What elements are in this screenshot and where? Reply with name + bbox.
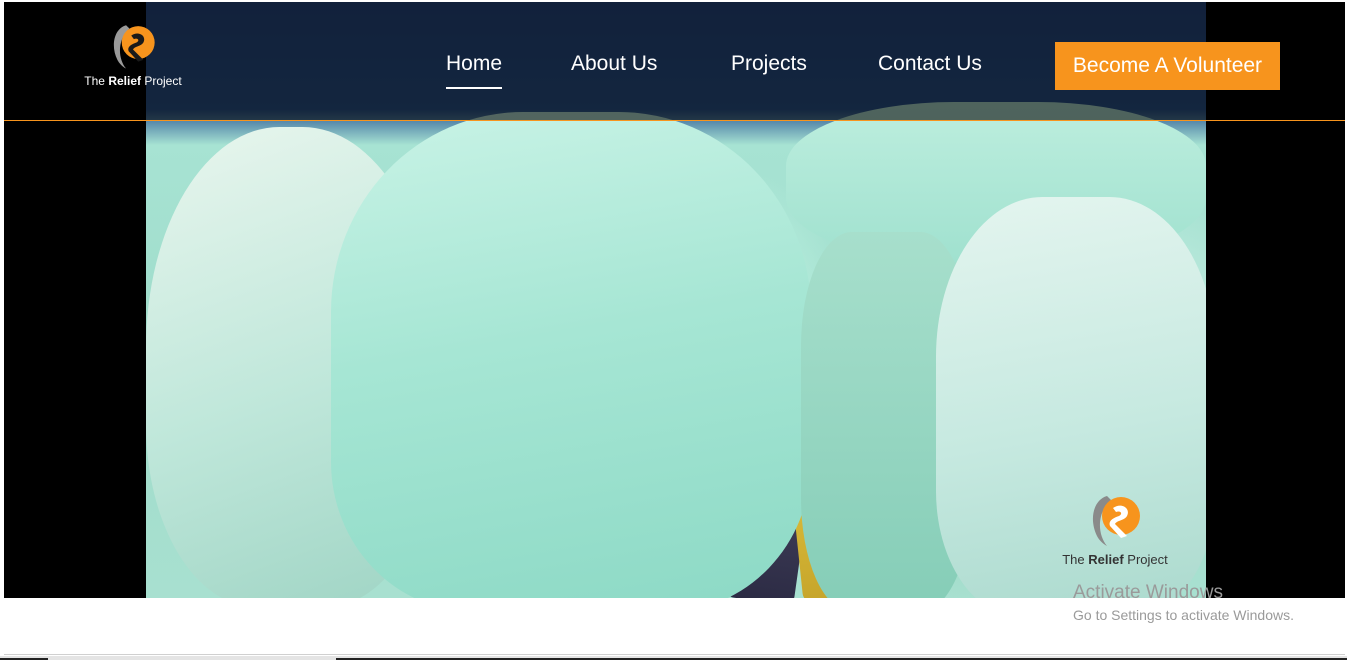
watermark-suffix: Project (1127, 552, 1168, 567)
activate-windows-overlay: Activate Windows Go to Settings to activ… (1073, 582, 1294, 625)
sack-shape (331, 112, 811, 598)
nav-home[interactable]: Home (446, 52, 503, 89)
become-volunteer-button[interactable]: Become A Volunteer (1055, 42, 1280, 90)
activate-windows-title: Activate Windows (1073, 582, 1223, 603)
logo-text: The Relief Project (82, 74, 184, 88)
top-navbar: The Relief Project Home About Us Project… (4, 2, 1345, 121)
logo-suffix: Project (144, 74, 182, 88)
relief-logo-icon (1089, 490, 1141, 550)
relief-logo-icon (110, 20, 156, 72)
activate-windows-subtitle: Go to Settings to activate Windows. (1073, 607, 1294, 623)
window-bottom-edge (0, 656, 1347, 660)
watermark-prefix: The (1062, 552, 1085, 567)
nav-projects[interactable]: Projects (731, 52, 807, 76)
site-logo[interactable]: The Relief Project (82, 20, 184, 88)
watermark-text: The Relief Project (1050, 552, 1180, 567)
logo-bold: Relief (108, 74, 141, 88)
nav-contact-us[interactable]: Contact Us (878, 52, 982, 76)
logo-prefix: The (84, 74, 105, 88)
video-watermark-logo: The Relief Project (1050, 490, 1180, 567)
watermark-bold: Relief (1088, 552, 1124, 567)
nav-about-us[interactable]: About Us (571, 52, 657, 76)
